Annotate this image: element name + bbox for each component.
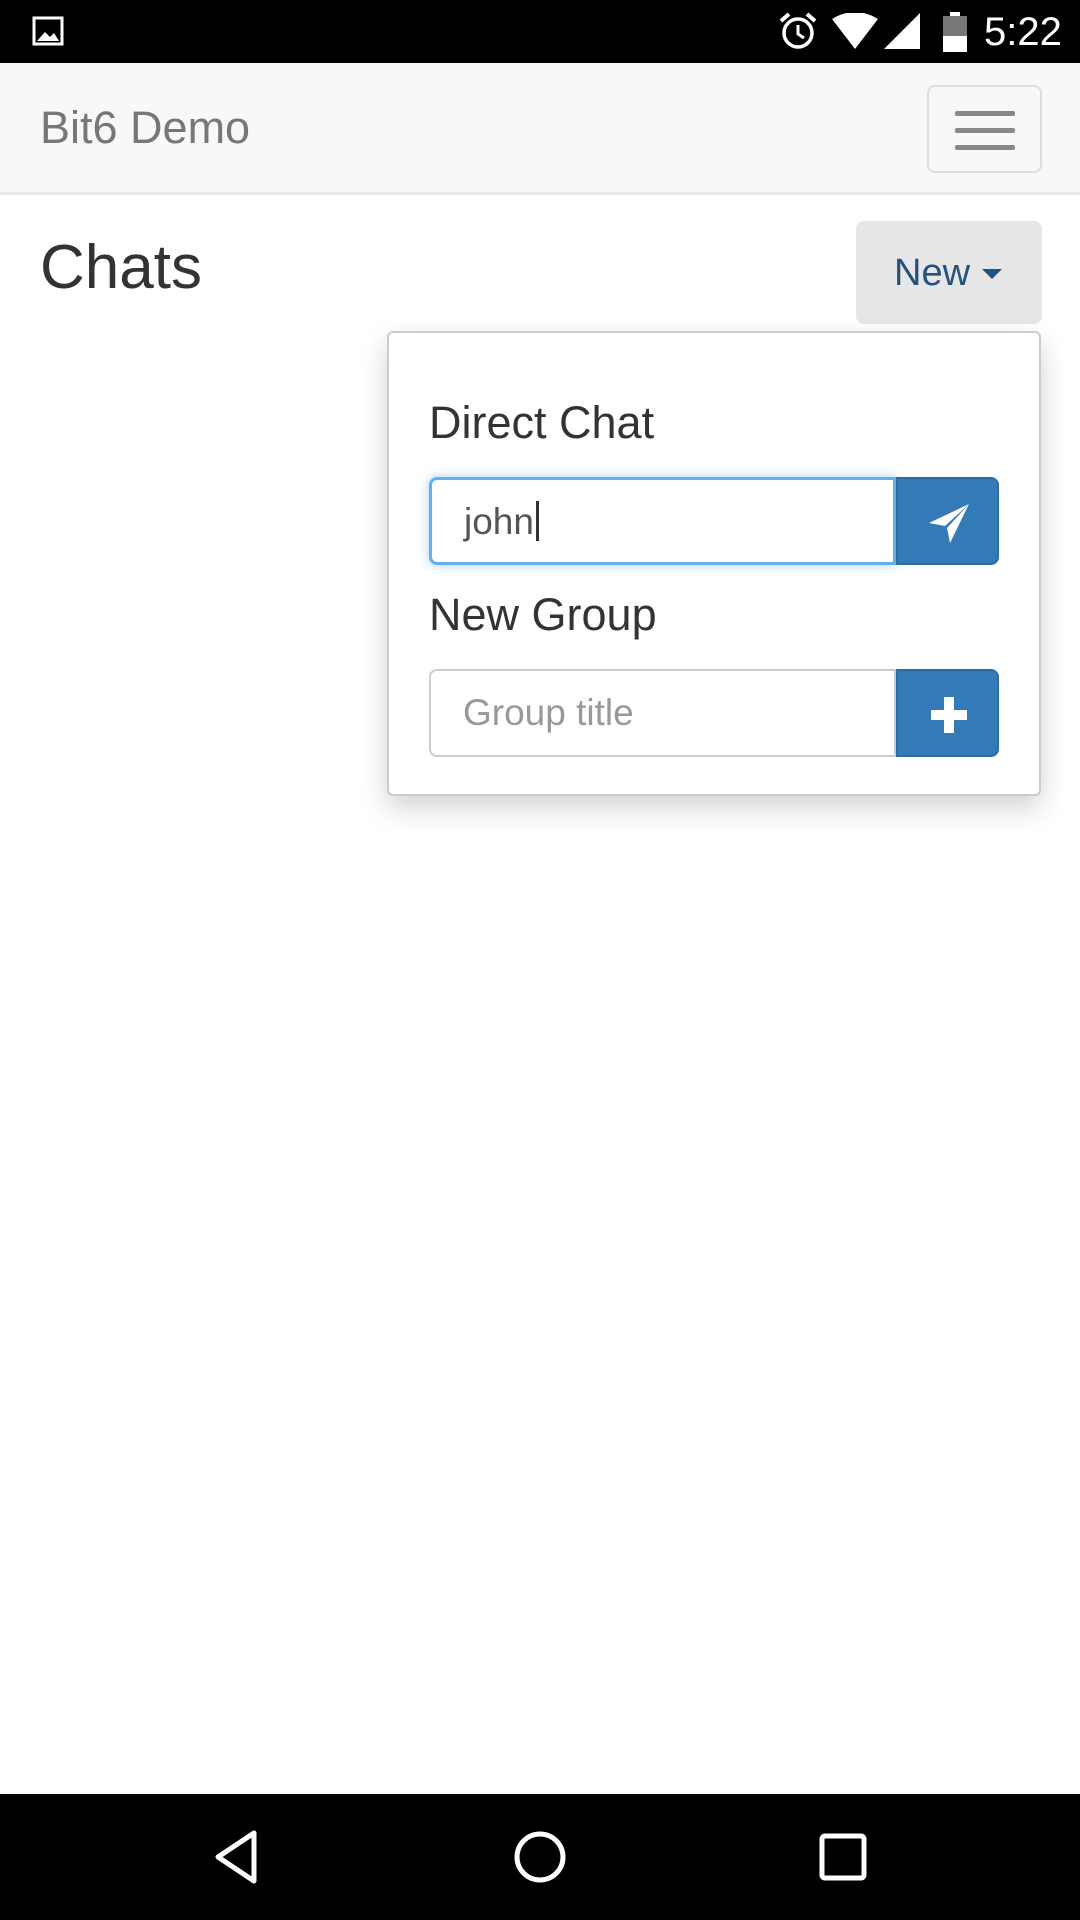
back-icon[interactable] [206,1827,266,1887]
text-cursor [535,501,539,542]
recents-icon[interactable] [813,1827,873,1887]
hamburger-menu-icon-bar [955,145,1015,150]
new-dropdown-button[interactable]: New [856,221,1042,324]
create-group-button[interactable] [896,669,999,757]
clock: 5:22 [984,10,1062,54]
send-icon [929,504,969,543]
caret-down-icon [982,269,1002,279]
direct-chat-input-value: john [464,501,534,542]
battery-icon [943,12,967,52]
group-title-input[interactable]: Group title [429,669,896,757]
direct-chat-label: Direct Chat [429,397,655,448]
group-title-placeholder: Group title [463,692,634,733]
new-chat-dropdown: Direct Chat john New Group Group title [387,331,1041,796]
page-title: Chats [40,233,202,302]
new-button-label: New [894,252,971,294]
brand-title[interactable]: Bit6 Demo [40,101,250,155]
home-icon[interactable] [510,1827,570,1887]
status-bar: 5:22 [0,0,1080,63]
navbar: Bit6 Demo [0,63,1080,195]
hamburger-menu-button[interactable] [927,85,1042,173]
alarm-icon [779,12,817,49]
hamburger-menu-icon-bar [955,128,1015,133]
new-group-label: New Group [429,589,657,640]
wifi-icon [832,13,878,49]
signal-icon [884,13,920,49]
gallery-icon [32,16,64,46]
start-direct-chat-button[interactable] [896,477,999,565]
hamburger-menu-icon [955,111,1015,116]
plus-icon [931,697,967,733]
system-navigation-bar [0,1794,1080,1920]
direct-chat-input[interactable]: john [429,477,896,565]
